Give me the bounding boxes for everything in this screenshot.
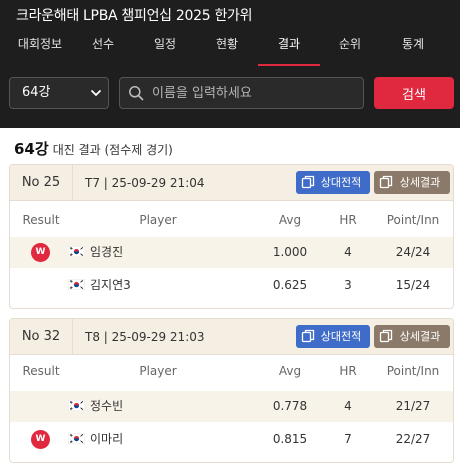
- player-name: 정수빈: [90, 399, 124, 413]
- col-hr: HR: [339, 364, 357, 378]
- match-number: No 25: [10, 165, 73, 201]
- copy-icon: [379, 329, 393, 343]
- player-point-inn: 21/27: [395, 399, 431, 413]
- detail-result-button[interactable]: 상세결과: [374, 171, 450, 194]
- head-to-head-label: 상대전적: [320, 330, 362, 343]
- top-header: 크라운해태 LPBA 챔피언십 2025 한가위 대회정보 선수 일정 현황 결…: [0, 0, 460, 128]
- head-to-head-label: 상대전적: [320, 176, 362, 189]
- player-cell[interactable]: 이마리: [68, 424, 248, 455]
- detail-result-label: 상세결과: [399, 330, 441, 343]
- korea-flag-icon: [68, 279, 85, 290]
- col-avg: Avg: [278, 364, 302, 378]
- match-info: T8 | 25-09-29 21:03: [85, 330, 205, 344]
- win-badge: W: [31, 243, 50, 262]
- korea-flag-icon: [68, 246, 85, 257]
- section-title: 64강 대진 결과 (점수제 경기): [14, 138, 173, 159]
- nav-tab-schedule[interactable]: 일정: [150, 30, 180, 66]
- col-player: Player: [139, 364, 177, 378]
- player-point-inn: 15/24: [395, 278, 431, 292]
- player-cell[interactable]: 임경진: [68, 237, 248, 268]
- main-nav: 대회정보 선수 일정 현황 결과 순위 통계: [0, 30, 460, 66]
- detail-result-button[interactable]: 상세결과: [374, 325, 450, 348]
- nav-tab-stats[interactable]: 통계: [398, 30, 428, 66]
- search-input[interactable]: [152, 78, 357, 108]
- korea-flag-icon: [68, 433, 85, 444]
- match-card-header: No 32 T8 | 25-09-29 21:03 상대전적 상세결과: [10, 319, 453, 355]
- match-card-header: No 25 T7 | 25-09-29 21:04 상대전적 상세결과: [10, 165, 453, 201]
- search-box[interactable]: [119, 77, 364, 109]
- player-hr: 4: [344, 245, 352, 259]
- player-hr: 3: [344, 278, 352, 292]
- player-row: W 임경진 1.000 4 24/24: [10, 237, 453, 268]
- nav-tab-status[interactable]: 현황: [212, 30, 242, 66]
- col-result: Result: [22, 364, 60, 378]
- korea-flag-icon: [68, 400, 85, 411]
- player-name: 임경진: [90, 245, 124, 259]
- player-hr: 7: [344, 432, 352, 446]
- copy-icon: [379, 175, 393, 189]
- nav-tab-tournament-info[interactable]: 대회정보: [17, 30, 63, 66]
- table-header-row: Result Player Avg HR Point/Inn: [10, 356, 453, 387]
- player-avg: 0.625: [272, 278, 308, 292]
- nav-tab-ranking[interactable]: 순위: [335, 30, 365, 66]
- copy-icon: [301, 329, 315, 343]
- col-hr: HR: [339, 213, 357, 227]
- round-select-value: 64강: [22, 85, 51, 100]
- head-to-head-button[interactable]: 상대전적: [296, 171, 370, 194]
- player-point-inn: 24/24: [395, 245, 431, 259]
- player-row: 김지연3 0.625 3 15/24: [10, 270, 453, 301]
- match-card: No 32 T8 | 25-09-29 21:03 상대전적 상세결과 Resu…: [9, 318, 454, 463]
- nav-tab-players[interactable]: 선수: [88, 30, 118, 66]
- col-point-inn: Point/Inn: [386, 213, 440, 227]
- table-header-row: Result Player Avg HR Point/Inn: [10, 205, 453, 236]
- match-number: No 32: [10, 319, 73, 355]
- chevron-down-icon: [91, 90, 101, 96]
- player-name: 김지연3: [90, 278, 131, 292]
- player-cell[interactable]: 김지연3: [68, 270, 248, 301]
- col-avg: Avg: [278, 213, 302, 227]
- match-card: No 25 T7 | 25-09-29 21:04 상대전적 상세결과 Resu…: [9, 164, 454, 309]
- player-hr: 4: [344, 399, 352, 413]
- player-avg: 1.000: [272, 245, 308, 259]
- copy-icon: [301, 175, 315, 189]
- app-title: 크라운해태 LPBA 챔피언십 2025 한가위: [16, 8, 253, 24]
- win-badge: W: [31, 430, 50, 449]
- col-player: Player: [139, 213, 177, 227]
- section-round: 64강: [14, 140, 49, 158]
- detail-result-label: 상세결과: [399, 176, 441, 189]
- search-icon: [129, 86, 144, 101]
- col-point-inn: Point/Inn: [386, 364, 440, 378]
- player-point-inn: 22/27: [395, 432, 431, 446]
- head-to-head-button[interactable]: 상대전적: [296, 325, 370, 348]
- search-button[interactable]: 검색: [374, 77, 454, 109]
- nav-tab-results[interactable]: 결과: [258, 30, 320, 66]
- player-cell[interactable]: 정수빈: [68, 391, 248, 422]
- player-avg: 0.778: [272, 399, 308, 413]
- player-avg: 0.815: [272, 432, 308, 446]
- player-name: 이마리: [90, 432, 124, 446]
- round-select[interactable]: 64강: [9, 77, 109, 109]
- player-row: W 이마리 0.815 7 22/27: [10, 424, 453, 455]
- section-subtitle: 대진 결과 (점수제 경기): [52, 143, 173, 157]
- match-info: T7 | 25-09-29 21:04: [85, 176, 205, 190]
- col-result: Result: [22, 213, 60, 227]
- player-row: 정수빈 0.778 4 21/27: [10, 391, 453, 422]
